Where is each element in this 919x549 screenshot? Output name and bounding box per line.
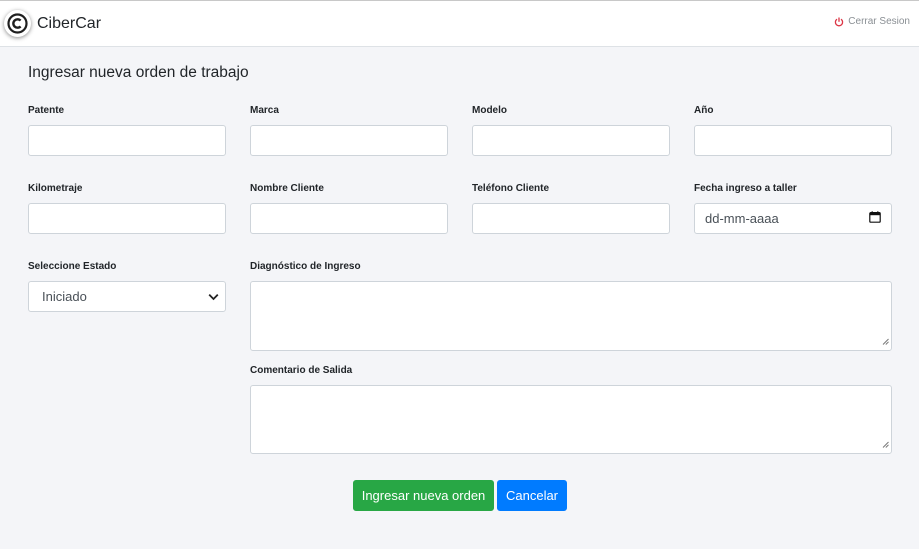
fecha-ingreso-label: Fecha ingreso a taller bbox=[694, 183, 797, 194]
resize-grip-icon[interactable] bbox=[882, 333, 889, 348]
resize-grip-icon[interactable] bbox=[882, 436, 889, 451]
estado-select[interactable]: Iniciado bbox=[28, 281, 226, 312]
telefono-cliente-label: Teléfono Cliente bbox=[472, 183, 550, 194]
nombre-cliente-label: Nombre Cliente bbox=[250, 183, 324, 194]
modelo-input[interactable] bbox=[472, 125, 670, 156]
estado-selected-value: Iniciado bbox=[42, 289, 87, 304]
patente-input[interactable] bbox=[28, 125, 226, 156]
fecha-ingreso-placeholder: dd-mm-aaaa bbox=[705, 211, 779, 226]
calendar-icon[interactable] bbox=[869, 211, 881, 226]
patente-label: Patente bbox=[28, 105, 65, 116]
kilometraje-label: Kilometraje bbox=[28, 183, 83, 194]
power-icon bbox=[834, 17, 844, 27]
telefono-cliente-input[interactable] bbox=[472, 203, 670, 234]
anio-label: Año bbox=[694, 105, 714, 116]
comentario-textarea[interactable] bbox=[250, 385, 892, 454]
nombre-cliente-input[interactable] bbox=[250, 203, 448, 234]
anio-input[interactable] bbox=[694, 125, 892, 156]
brand-name[interactable]: CiberCar bbox=[37, 15, 101, 33]
logout-link[interactable]: Cerrar Sesion bbox=[834, 16, 910, 27]
marca-input[interactable] bbox=[250, 125, 448, 156]
marca-label: Marca bbox=[250, 105, 279, 116]
kilometraje-input[interactable] bbox=[28, 203, 226, 234]
diagnostico-label: Diagnóstico de Ingreso bbox=[250, 261, 361, 272]
estado-label: Seleccione Estado bbox=[28, 261, 117, 272]
modelo-label: Modelo bbox=[472, 105, 507, 116]
ingresar-orden-button[interactable]: Ingresar nueva orden bbox=[353, 480, 494, 511]
comentario-label: Comentario de Salida bbox=[250, 365, 353, 376]
fecha-ingreso-input[interactable]: dd-mm-aaaa bbox=[694, 203, 892, 234]
cancelar-button[interactable]: Cancelar bbox=[497, 480, 567, 511]
chevron-down-icon bbox=[208, 289, 219, 304]
diagnostico-textarea[interactable] bbox=[250, 281, 892, 351]
page-title: Ingresar nueva orden de trabajo bbox=[28, 64, 249, 81]
brand-logo-icon[interactable] bbox=[4, 10, 31, 37]
logout-label: Cerrar Sesion bbox=[848, 16, 910, 27]
top-navbar: CiberCar Cerrar Sesion bbox=[0, 0, 919, 47]
